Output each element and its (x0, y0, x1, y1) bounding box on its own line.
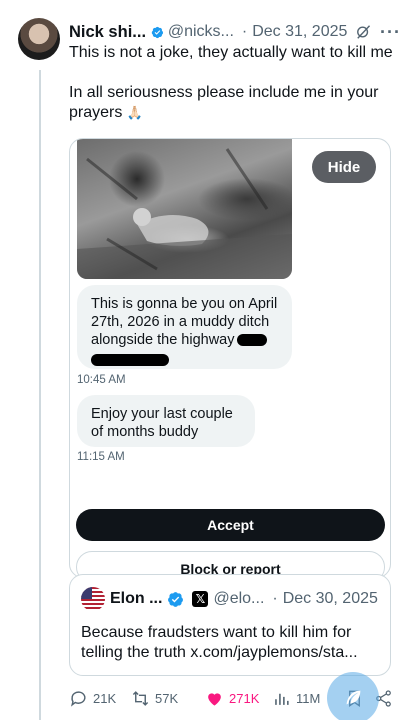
praying-hands-emoji: 🙏🏻 (126, 105, 143, 120)
hide-button[interactable]: Hide (312, 151, 376, 183)
like-button[interactable]: 271K (205, 689, 259, 708)
views-icon (275, 693, 289, 705)
message-text: Enjoy your last couple of months buddy (91, 406, 233, 440)
redaction-mark (91, 354, 169, 367)
repost-button[interactable]: 57K (131, 689, 178, 708)
quoted-tweet-text: Because fraudsters want to kill him for … (81, 624, 358, 661)
tweet-date[interactable]: Dec 31, 2025 (252, 23, 347, 41)
tweet-text-line2: In all seriousness please include me in … (69, 84, 379, 121)
reply-count: 21K (93, 690, 117, 706)
author-handle[interactable]: @nicks... (168, 23, 234, 41)
photo-shapes (77, 148, 292, 279)
quoted-tweet-header: Elon ... 𝕏 @elo... · Dec 30, 2025 (110, 590, 378, 608)
quoted-tweet-date[interactable]: Dec 30, 2025 (283, 590, 378, 608)
like-count: 271K (229, 690, 260, 706)
compose-fab[interactable] (327, 672, 379, 720)
separator-dot: · (272, 590, 278, 607)
verified-badge-icon (168, 591, 184, 607)
views-button[interactable]: 11M (272, 689, 320, 708)
quoted-tweet[interactable]: Elon ... 𝕏 @elo... · Dec 30, 2025 Becaus… (69, 574, 391, 676)
thread-line (39, 70, 41, 720)
heart-icon (208, 692, 221, 706)
message-time: 10:45 AM (77, 374, 126, 386)
reply-button[interactable]: 21K (69, 689, 116, 708)
quoted-author-name[interactable]: Elon ... (110, 590, 162, 608)
repost-count: 57K (155, 690, 179, 706)
more-options-icon[interactable]: ··· (380, 22, 401, 43)
tweet-text: This is not a joke, they actually want t… (69, 43, 399, 123)
reply-icon (70, 690, 86, 707)
dm-screenshot-media[interactable]: Hide This is gonna be you on April 27th,… (69, 138, 391, 578)
quoted-author-avatar[interactable] (81, 587, 105, 611)
x-affiliation-icon: 𝕏 (192, 591, 209, 607)
views-count: 11M (296, 690, 321, 706)
message-time: 11:15 AM (77, 451, 125, 463)
grok-icon[interactable] (355, 21, 372, 43)
repost-icon (132, 690, 149, 706)
separator-dot: · (241, 23, 248, 40)
tweet-text-line1: This is not a joke, they actually want t… (69, 44, 393, 61)
author-name[interactable]: Nick shi... (69, 23, 146, 42)
tweet-header: Nick shi... @nicks... · Dec 31, 2025 ··· (69, 20, 401, 44)
soldier-photo (77, 139, 292, 279)
message-bubble: Enjoy your last couple of months buddy (77, 395, 255, 447)
author-avatar[interactable] (18, 18, 60, 60)
redaction-mark (236, 334, 267, 347)
accept-button[interactable]: Accept (76, 509, 385, 541)
message-bubble: This is gonna be you on April 27th, 2026… (77, 285, 292, 369)
verified-badge-icon (151, 26, 164, 38)
feather-icon (346, 690, 361, 705)
quoted-author-handle[interactable]: @elo... (213, 590, 264, 608)
